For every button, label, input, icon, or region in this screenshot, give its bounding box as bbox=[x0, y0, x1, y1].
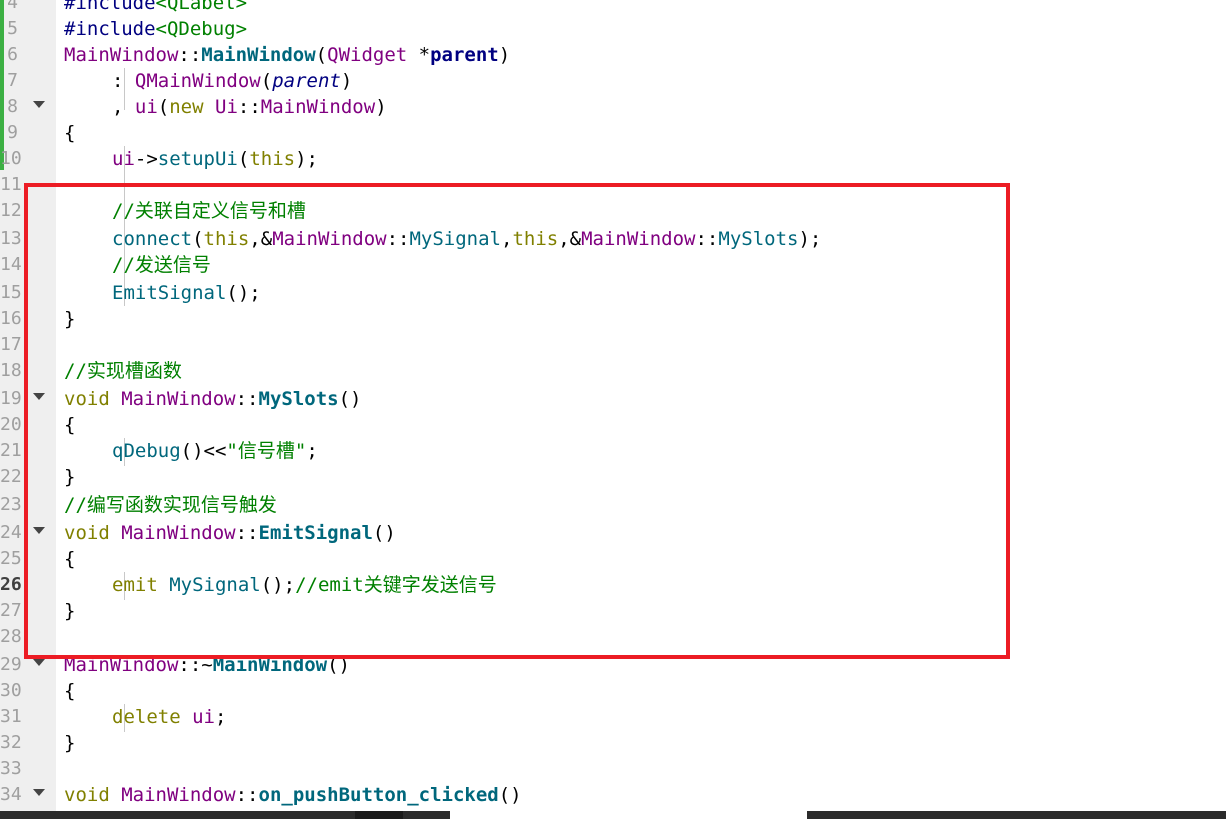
line-number: 13 bbox=[0, 228, 22, 249]
line-number-current: 26 bbox=[0, 574, 22, 595]
line-number: 27 bbox=[0, 600, 22, 621]
code-line: #include<QLabel> bbox=[64, 0, 248, 14]
line-number: 24 bbox=[0, 522, 22, 543]
line-number: 16 bbox=[0, 308, 22, 329]
line-number: 5 bbox=[7, 18, 18, 39]
line-number: 32 bbox=[0, 732, 22, 753]
line-number: 22 bbox=[0, 466, 22, 487]
line-number: 31 bbox=[0, 706, 22, 727]
line-number: 18 bbox=[0, 360, 22, 381]
line-number: 4 bbox=[7, 0, 18, 13]
red-highlight-annotation bbox=[24, 183, 1010, 659]
code-line: : QMainWindow(parent) bbox=[112, 70, 353, 92]
fold-arrow-icon[interactable] bbox=[33, 789, 45, 796]
line-number: 29 bbox=[0, 654, 22, 675]
line-number: 21 bbox=[0, 440, 22, 461]
line-number: 11 bbox=[0, 174, 22, 195]
line-number: 14 bbox=[0, 254, 22, 275]
line-number: 30 bbox=[0, 680, 22, 701]
code-line: MainWindow::MainWindow(QWidget *parent) bbox=[64, 44, 511, 66]
line-number: 34 bbox=[0, 784, 22, 805]
line-number: 23 bbox=[0, 494, 22, 515]
fold-arrow-icon[interactable] bbox=[33, 101, 45, 108]
line-number: 17 bbox=[0, 334, 22, 355]
line-number: 15 bbox=[0, 282, 22, 303]
line-number: 8 bbox=[7, 96, 18, 117]
code-line: } bbox=[64, 732, 76, 754]
line-number: 12 bbox=[0, 200, 22, 221]
fold-arrow-icon[interactable] bbox=[33, 659, 45, 666]
line-number: 25 bbox=[0, 548, 22, 569]
line-number: 28 bbox=[0, 626, 22, 647]
line-number: 33 bbox=[0, 758, 22, 779]
line-number: 6 bbox=[7, 44, 18, 65]
line-number: 9 bbox=[7, 122, 18, 143]
taskbar-segment bbox=[355, 811, 403, 819]
code-line: #include<QDebug> bbox=[64, 18, 248, 40]
code-line: ui->setupUi(this); bbox=[112, 148, 318, 170]
code-line: { bbox=[64, 122, 76, 144]
line-number: 19 bbox=[0, 388, 22, 409]
bottom-panel-bar bbox=[0, 811, 1226, 819]
line-number: 7 bbox=[7, 70, 18, 91]
taskbar-segment bbox=[450, 811, 807, 819]
code-line: { bbox=[64, 680, 76, 702]
line-number: 20 bbox=[0, 414, 22, 435]
code-editor[interactable]: 4 5 6 7 8 9 10 11 12 13 14 15 16 17 18 1… bbox=[0, 0, 1226, 811]
code-line: , ui(new Ui::MainWindow) bbox=[112, 96, 387, 118]
code-line: void MainWindow::on_pushButton_clicked() bbox=[64, 784, 522, 806]
line-number: 10 bbox=[0, 148, 22, 169]
code-line: delete ui; bbox=[112, 706, 227, 728]
